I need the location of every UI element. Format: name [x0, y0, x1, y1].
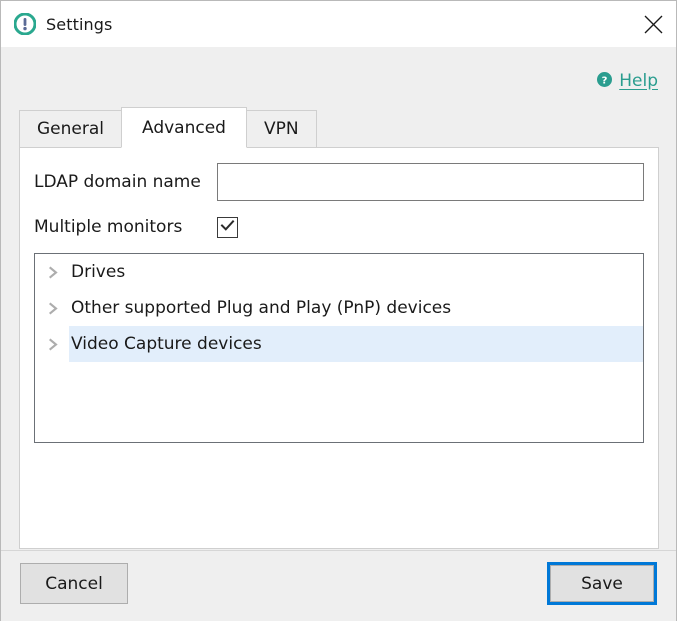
help-row[interactable]: ? Help: [597, 69, 658, 93]
checkmark-icon: [220, 218, 235, 237]
tree-item-label: Drives: [71, 262, 126, 282]
svg-text:?: ?: [602, 75, 608, 86]
tree-item-drives[interactable]: Drives: [35, 254, 643, 290]
settings-window: Settings ? Help General Advanced VPN LDA…: [0, 0, 677, 621]
save-button-label: Save: [550, 565, 654, 602]
close-icon: [644, 15, 663, 34]
help-link[interactable]: Help: [619, 71, 658, 91]
advanced-tab-panel: LDAP domain name Multiple monitors Drive…: [19, 147, 659, 549]
ldap-domain-row: LDAP domain name: [34, 162, 644, 202]
tab-advanced[interactable]: Advanced: [121, 107, 247, 148]
multiple-monitors-checkbox[interactable]: [217, 216, 238, 238]
footer-bar: Cancel Save: [1, 550, 676, 621]
ldap-domain-input[interactable]: [217, 163, 644, 201]
chevron-right-icon[interactable]: [35, 302, 69, 315]
question-mark-circle-icon: ?: [597, 71, 613, 91]
tree-item-pnp-devices[interactable]: Other supported Plug and Play (PnP) devi…: [35, 290, 643, 326]
tree-item-video-capture-devices[interactable]: Video Capture devices: [35, 326, 643, 362]
multiple-monitors-label: Multiple monitors: [34, 217, 183, 237]
title-bar: Settings: [1, 1, 676, 47]
window-title: Settings: [46, 14, 113, 34]
multiple-monitors-row: Multiple monitors: [34, 211, 644, 243]
chevron-right-icon[interactable]: [35, 338, 69, 351]
tab-strip: General Advanced VPN: [19, 107, 317, 148]
close-button[interactable]: [630, 1, 676, 47]
device-tree-list[interactable]: Drives Other supported Plug and Play (Pn…: [34, 253, 644, 443]
chevron-right-icon[interactable]: [35, 266, 69, 279]
save-button[interactable]: Save: [547, 562, 657, 605]
tab-general[interactable]: General: [19, 110, 122, 148]
tree-item-label: Video Capture devices: [69, 326, 643, 362]
cancel-button[interactable]: Cancel: [20, 563, 128, 604]
exclamation-circle-icon: [13, 12, 37, 36]
tab-vpn[interactable]: VPN: [245, 110, 317, 148]
ldap-domain-label: LDAP domain name: [34, 172, 201, 192]
tree-item-label: Other supported Plug and Play (PnP) devi…: [71, 298, 452, 318]
